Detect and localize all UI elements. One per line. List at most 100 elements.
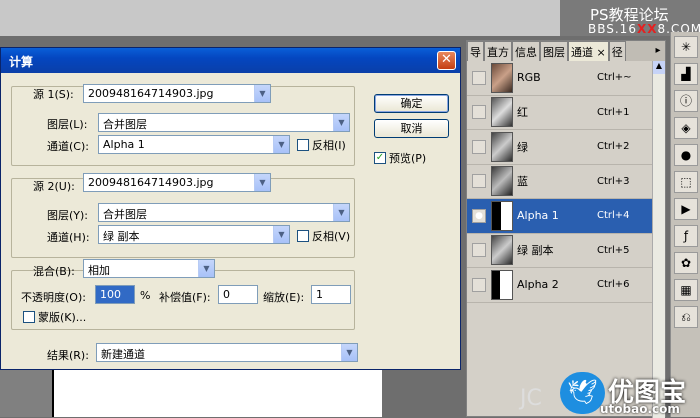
dialog-title: 计算 [9,55,34,69]
chevron-down-icon: ▼ [254,174,270,191]
channel-thumbnail [491,269,513,300]
preview-checkbox[interactable]: ✓ 预览(P) [374,150,426,166]
blend-mode-select[interactable]: 相加 ▼ [83,259,215,278]
paths-icon[interactable]: ⬚ [674,171,698,193]
channel-thumbnail [491,62,513,93]
watermark-jc: JC [520,386,542,411]
channel-name: 蓝 [517,175,528,189]
channel-name: 绿 [517,140,528,154]
color-icon[interactable]: ▦ [674,279,698,301]
visibility-toggle[interactable] [472,105,486,120]
mask-checkbox[interactable]: 蒙版(K)... [23,309,86,325]
source2-label: 源 2(U): [33,180,75,193]
channel-row-green-copy[interactable]: 绿 副本 Ctrl+5 [467,234,653,268]
source2-layer-select[interactable]: 合并图层 ▼ [98,203,350,222]
channel-name: RGB [517,71,541,85]
channel-list: RGB Ctrl+~ 红 Ctrl+1 绿 Ctrl+2 蓝 Ctrl+3 ● … [467,61,653,303]
scroll-up-icon[interactable]: ▲ [653,61,665,74]
tab-navigator[interactable]: 导 [467,41,484,61]
channel-shortcut: Ctrl+1 [597,106,630,118]
channels-icon[interactable]: ● [674,144,698,166]
channel-thumbnail [491,131,513,162]
chevron-down-icon: ▼ [254,85,270,102]
tab-info[interactable]: 信息 [512,41,540,61]
source1-invert-checkbox[interactable]: 反相(I) [297,137,346,153]
channel-row-red[interactable]: 红 Ctrl+1 [467,96,653,130]
visibility-toggle[interactable] [472,70,486,85]
chevron-down-icon: ▼ [333,204,349,221]
cancel-button[interactable]: 取消 [374,119,449,138]
document-canvas [52,370,382,417]
source2-channel-label: 通道(H): [47,231,90,244]
channel-shortcut: Ctrl+2 [597,141,630,153]
tab-channels[interactable]: 通道 × [568,41,609,61]
tab-paths[interactable]: 径 [608,41,626,61]
source2-file-select[interactable]: 200948164714903.jpg ▼ [83,173,271,192]
channel-shortcut: Ctrl+5 [597,244,630,256]
channel-name: 绿 副本 [517,244,554,258]
result-select[interactable]: 新建通道 ▼ [96,343,358,362]
channel-thumbnail [491,200,513,231]
tab-histogram[interactable]: 直方 [484,41,512,61]
visibility-toggle[interactable] [472,139,486,154]
source1-label: 源 1(S): [33,88,74,101]
checkmark-icon: ✓ [374,152,386,164]
offset-input[interactable]: 0 [218,285,258,304]
brushes-icon[interactable]: ⎌ [674,306,698,328]
channel-row-green[interactable]: 绿 Ctrl+2 [467,130,653,165]
watermark-en: utobao.com [600,402,680,416]
channel-thumbnail [491,97,513,128]
tab-layers[interactable]: 图层 [540,41,568,61]
blend-label: 混合(B): [33,265,75,278]
channel-row-blue[interactable]: 蓝 Ctrl+3 [467,165,653,199]
source2-invert-checkbox[interactable]: 反相(V) [297,228,350,244]
panel-tabs: 导 直方 信息 图层 通道 × 径 ▸ [467,41,665,61]
canvas-gray-area [0,370,52,417]
opacity-input[interactable]: 100 [95,285,135,304]
panel-dock: ✳ ▟ ⓘ ◈ ● ⬚ ▶ ƒ ✿ ▦ ⎌ [670,32,700,417]
channel-name: 红 [517,106,528,120]
channel-thumbnail [491,235,513,266]
source2-channel-select[interactable]: 绿 副本 ▼ [98,225,290,244]
visibility-toggle[interactable] [472,174,486,189]
navigator-icon[interactable]: ✳ [674,36,698,58]
channel-row-rgb[interactable]: RGB Ctrl+~ [467,61,653,96]
ok-button[interactable]: 确定 [374,94,449,113]
checkbox-icon [297,139,309,151]
info-icon[interactable]: ⓘ [674,90,698,112]
percent-label: % [140,289,151,302]
dialog-titlebar[interactable]: 计算 ✕ [1,48,460,73]
swatches-icon[interactable]: ✿ [674,252,698,274]
visibility-toggle[interactable] [472,243,486,258]
checkbox-icon [23,311,35,323]
layers-icon[interactable]: ◈ [674,117,698,139]
channel-row-alpha2[interactable]: Alpha 2 Ctrl+6 [467,268,653,303]
source1-layer-label: 图层(L): [47,118,88,131]
visibility-toggle[interactable] [472,277,486,292]
source1-layer-select[interactable]: 合并图层 ▼ [98,113,350,132]
panel-scrollbar[interactable]: ▲ [652,61,665,418]
chevron-down-icon: ▼ [273,226,289,243]
close-button[interactable]: ✕ [437,51,456,70]
channel-row-alpha1[interactable]: ● Alpha 1 Ctrl+4 [467,199,653,234]
source1-file-select[interactable]: 200948164714903.jpg ▼ [83,84,271,103]
source1-channel-label: 通道(C): [47,140,89,153]
close-tab-icon[interactable]: × [597,46,606,59]
actions-icon[interactable]: ▶ [674,198,698,220]
channel-shortcut: Ctrl+3 [597,175,630,187]
histogram-icon[interactable]: ▟ [674,63,698,85]
eye-icon[interactable]: ● [472,208,486,223]
scale-input[interactable]: 1 [311,285,351,304]
channel-thumbnail [491,166,513,197]
opacity-label: 不透明度(O): [21,291,86,304]
channel-name: Alpha 1 [517,209,559,223]
calculations-dialog: 计算 ✕ 源 1(S): 200948164714903.jpg ▼ 图层(L):… [0,47,461,370]
chevron-down-icon: ▼ [198,260,214,277]
channel-name: Alpha 2 [517,278,559,292]
panel-menu-icon[interactable]: ▸ [651,41,665,61]
source1-channel-select[interactable]: Alpha 1 ▼ [98,135,290,154]
chevron-down-icon: ▼ [341,344,357,361]
result-label: 结果(R): [47,349,89,362]
chevron-down-icon: ▼ [333,114,349,131]
styles-icon[interactable]: ƒ [674,225,698,247]
